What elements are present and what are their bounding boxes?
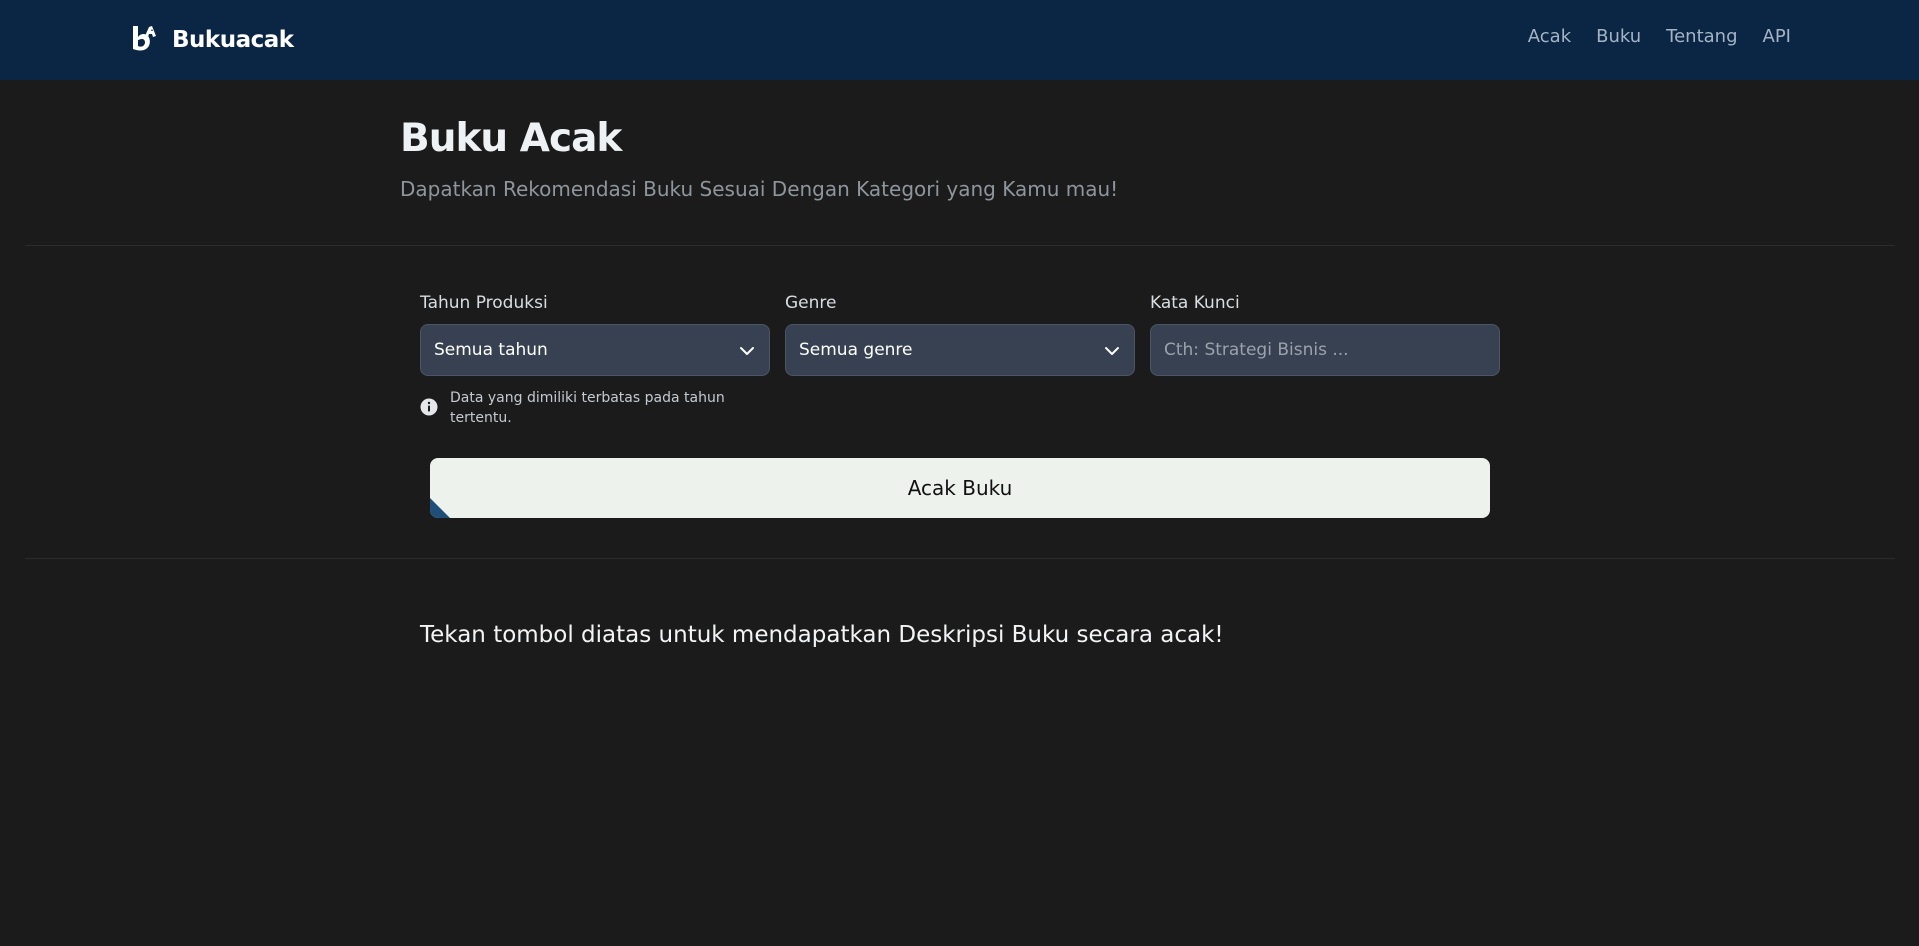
hint-text: Data yang dimiliki terbatas pada tahun t… xyxy=(450,390,725,426)
navbar: Bukuacak Acak Buku Tentang API xyxy=(0,0,1919,80)
nav-link-api[interactable]: API xyxy=(1763,24,1791,50)
nav-link-tentang[interactable]: Tentang xyxy=(1666,24,1737,50)
keyword-label: Kata Kunci xyxy=(1150,293,1240,313)
info-icon xyxy=(420,398,438,416)
chevron-down-icon xyxy=(1105,347,1119,355)
genre-select-value: Semua genre xyxy=(799,340,913,360)
page-subtitle: Dapatkan Rekomendasi Buku Sesuai Dengan … xyxy=(400,177,1119,201)
random-book-button-label: Acak Buku xyxy=(907,476,1013,500)
year-field: Tahun Produksi Semua tahun xyxy=(420,290,770,376)
keyword-input-wrapper xyxy=(1150,324,1500,376)
year-hint: Data yang dimiliki terbatas pada tahun t… xyxy=(420,388,760,428)
keyword-input[interactable] xyxy=(1164,340,1486,360)
book-logo-icon xyxy=(133,26,156,51)
keyword-field: Kata Kunci xyxy=(1150,290,1500,376)
chevron-down-icon xyxy=(740,347,754,355)
year-select-value: Semua tahun xyxy=(434,340,548,360)
nav-links: Acak Buku Tentang API xyxy=(1528,24,1791,50)
nav-link-buku[interactable]: Buku xyxy=(1596,24,1641,50)
year-select[interactable]: Semua tahun xyxy=(420,324,770,376)
nav-link-acak[interactable]: Acak xyxy=(1528,24,1571,50)
brand-link[interactable]: Bukuacak xyxy=(130,22,294,58)
year-label: Tahun Produksi xyxy=(420,293,548,313)
random-book-button[interactable]: Acak Buku xyxy=(430,458,1490,518)
divider xyxy=(25,245,1895,246)
genre-field: Genre Semua genre xyxy=(785,290,1135,376)
genre-label: Genre xyxy=(785,293,837,313)
result-prompt: Tekan tombol diatas untuk mendapatkan De… xyxy=(420,622,1224,648)
brand-name: Bukuacak xyxy=(172,27,294,53)
genre-select[interactable]: Semua genre xyxy=(785,324,1135,376)
button-corner-accent xyxy=(430,498,450,518)
page-title: Buku Acak xyxy=(400,116,622,161)
divider xyxy=(25,558,1895,559)
